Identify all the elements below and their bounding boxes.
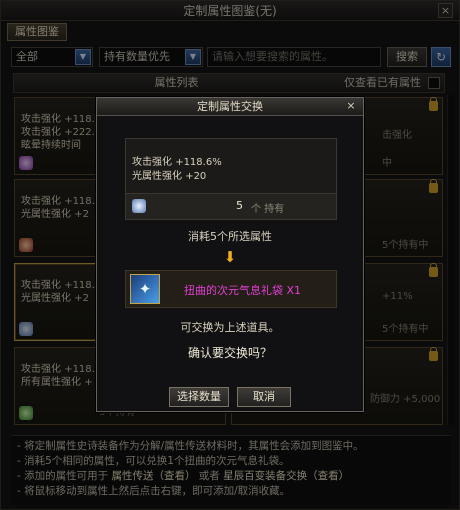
owned-count-row: 5 个 持有: [126, 193, 336, 219]
reward-name: 扭曲的次元气息礼袋 X1: [184, 284, 302, 297]
arrow-down-icon: ⬇: [223, 248, 237, 266]
consume-text: 消耗5个所选属性: [188, 230, 272, 243]
exchange-dialog: 定制属性交换 × 攻击强化 +118.6% 光属性强化 +20 5 个 持有 消…: [96, 97, 364, 412]
reward-item-row: ✦ 扭曲的次元气息礼袋 X1: [125, 270, 337, 308]
exchange-text: 可交换为上述道具。: [180, 321, 280, 334]
gift-bag-icon: ✦: [130, 274, 160, 304]
cancel-button[interactable]: 取消: [237, 387, 291, 407]
owned-count: 5: [236, 199, 243, 212]
dialog-close-icon[interactable]: ×: [344, 99, 358, 113]
owned-count-unit: 个 持有: [251, 204, 285, 215]
confirm-text: 确认要交换吗？: [187, 346, 272, 360]
selected-attribute-box: 攻击强化 +118.6% 光属性强化 +20 5 个 持有: [125, 138, 337, 220]
select-quantity-button[interactable]: 选择数量: [169, 387, 229, 407]
dialog-title: 定制属性交换 ×: [97, 98, 363, 116]
attribute-line: 攻击强化 +118.6%: [132, 157, 222, 168]
attribute-icon: [132, 199, 146, 213]
attribute-line: 光属性强化 +20: [132, 171, 207, 182]
